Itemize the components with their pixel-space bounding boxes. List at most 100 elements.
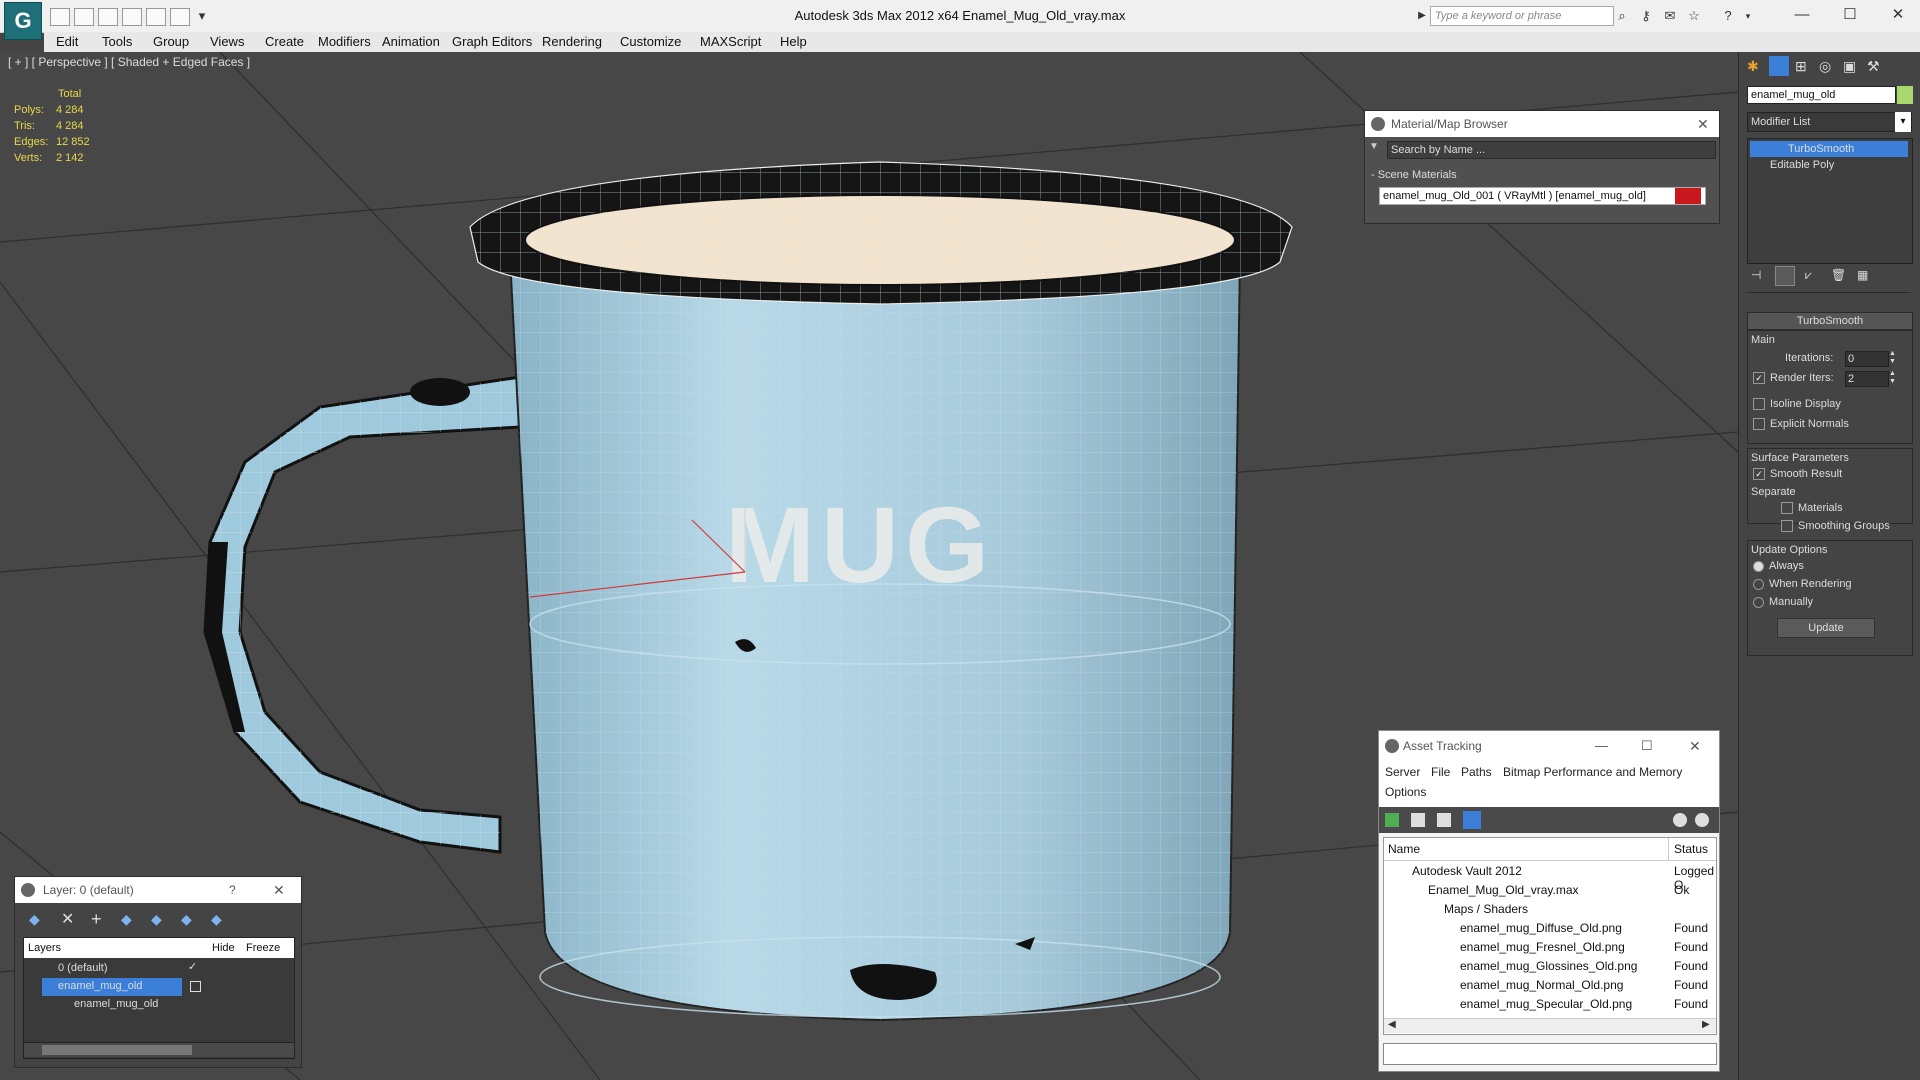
scrollbar-thumb[interactable] (42, 1045, 192, 1055)
menu-options[interactable]: Options (1385, 785, 1426, 799)
menu-views[interactable]: Views (210, 34, 244, 49)
always-radio[interactable] (1753, 560, 1764, 572)
settings-icon[interactable] (1695, 813, 1709, 827)
help-icon[interactable]: ? (1720, 8, 1736, 24)
table-row[interactable]: Autodesk Vault 2012 Logged O (1384, 862, 1716, 892)
table-row[interactable]: Enamel_Mug_Old_vray.max Ok (1384, 881, 1716, 900)
material-search-input[interactable]: Search by Name ... (1387, 141, 1716, 159)
motion-tab-icon[interactable]: ◎ (1819, 58, 1831, 75)
help-icon[interactable] (1673, 813, 1687, 827)
refresh-icon[interactable] (1385, 813, 1399, 827)
object-color-swatch[interactable] (1897, 86, 1913, 104)
stack-item-turbosmooth[interactable]: TurboSmooth (1750, 141, 1908, 157)
table-view-icon[interactable] (1463, 811, 1481, 829)
when-rendering-radio[interactable] (1753, 578, 1764, 590)
iterations-spinner[interactable]: 0 (1845, 351, 1889, 367)
chevron-down-icon[interactable]: ▾ (1895, 112, 1911, 132)
viewport-label[interactable]: [ + ] [ Perspective ] [ Shaded + Edged F… (8, 55, 250, 69)
column-freeze[interactable]: Freeze (246, 942, 280, 954)
key-icon[interactable]: ⚷ (1638, 8, 1654, 24)
smoothing-groups-checkbox[interactable] (1781, 520, 1793, 533)
modify-tab-icon[interactable] (1769, 56, 1789, 76)
menu-file[interactable]: File (1431, 765, 1450, 779)
select-objects-icon[interactable]: ◆ (121, 911, 132, 928)
maximize-icon[interactable]: ☐ (1834, 4, 1866, 26)
material-browser-titlebar[interactable]: Material/Map Browser ✕ (1365, 111, 1719, 137)
horizontal-scrollbar[interactable] (24, 1042, 294, 1057)
table-row[interactable]: enamel_mug_Diffuse_Old.png Found (1384, 919, 1716, 938)
menu-maxscript[interactable]: MAXScript (700, 34, 761, 49)
asset-path-field[interactable] (1383, 1043, 1717, 1065)
layer-row[interactable]: 0 (default) ✓ (24, 960, 294, 978)
scroll-right-icon[interactable]: ▶ (1702, 1019, 1710, 1030)
list-view-icon[interactable] (1411, 813, 1425, 827)
isoline-checkbox[interactable] (1753, 398, 1765, 411)
spinner-arrows-icon[interactable]: ▲ ▼ (1889, 370, 1896, 386)
scene-materials-section[interactable]: - Scene Materials (1371, 169, 1457, 181)
expand-icon[interactable]: ▶ (1414, 8, 1430, 24)
search-input[interactable]: Type a keyword or phrase (1430, 6, 1614, 26)
stack-item-editable-poly[interactable]: Editable Poly (1750, 157, 1908, 173)
menu-create[interactable]: Create (265, 34, 304, 49)
menu-help[interactable]: Help (780, 34, 807, 49)
menu-edit[interactable]: Edit (56, 34, 78, 49)
maximize-icon[interactable]: ☐ (1641, 731, 1653, 761)
layer-row[interactable]: enamel_mug_old (24, 996, 294, 1014)
object-name-input[interactable]: enamel_mug_old (1747, 86, 1896, 104)
new-layer-icon[interactable]: ◆ (29, 911, 40, 928)
minimize-icon[interactable]: — (1595, 731, 1608, 761)
utilities-tab-icon[interactable]: ⚒ (1867, 58, 1880, 75)
create-tab-icon[interactable]: ✱ (1747, 58, 1759, 75)
render-iters-checkbox[interactable]: ✓ (1753, 372, 1765, 385)
modifier-list-dropdown[interactable]: Modifier List (1747, 112, 1912, 132)
menu-customize[interactable]: Customize (620, 34, 681, 49)
menu-server[interactable]: Server (1385, 765, 1420, 779)
binoculars-icon[interactable]: ⌕ (1614, 8, 1630, 24)
hide-all-icon[interactable]: ◆ (181, 911, 192, 928)
menu-paths[interactable]: Paths (1461, 765, 1492, 779)
render-iters-spinner[interactable]: 2 (1845, 371, 1889, 387)
delete-layer-icon[interactable]: ✕ (61, 909, 74, 929)
manually-radio[interactable] (1753, 596, 1764, 608)
freeze-all-icon[interactable]: ◆ (211, 911, 222, 928)
highlight-layer-icon[interactable]: ◆ (151, 911, 162, 928)
app-logo-icon[interactable]: G (4, 2, 42, 40)
turbosmooth-rollout-header[interactable]: TurboSmooth (1747, 312, 1913, 330)
column-hide[interactable]: Hide (212, 942, 235, 954)
minimize-icon[interactable]: — (1786, 4, 1818, 26)
pin-stack-icon[interactable]: ⊣ (1751, 268, 1761, 282)
add-to-layer-icon[interactable]: + (91, 909, 102, 930)
table-row[interactable]: Maps / Shaders (1384, 900, 1716, 919)
smooth-result-checkbox[interactable]: ✓ (1753, 468, 1765, 481)
menu-bitmap-performance[interactable]: Bitmap Performance and Memory (1503, 765, 1682, 779)
column-name[interactable]: Name (1388, 842, 1420, 856)
horizontal-scrollbar[interactable]: ◀ ▶ (1384, 1018, 1716, 1033)
menu-tools[interactable]: Tools (102, 34, 132, 49)
star-icon[interactable]: ☆ (1686, 8, 1702, 24)
menu-graph-editors[interactable]: Graph Editors (452, 34, 532, 49)
display-tab-icon[interactable]: ▣ (1843, 58, 1856, 75)
column-status[interactable]: Status (1674, 842, 1708, 856)
close-icon[interactable]: ✕ (273, 877, 285, 903)
communication-icon[interactable]: ✉ (1662, 8, 1678, 24)
table-row[interactable]: enamel_mug_Specular_Old.png Found (1384, 995, 1716, 1014)
table-row[interactable]: enamel_mug_Normal_Old.png Found (1384, 976, 1716, 995)
help-icon[interactable]: ? (229, 877, 236, 903)
close-icon[interactable]: ✕ (1689, 731, 1701, 761)
explicit-normals-checkbox[interactable] (1753, 418, 1765, 431)
update-button[interactable]: Update (1777, 618, 1875, 638)
close-icon[interactable]: ✕ (1882, 4, 1914, 26)
menu-rendering[interactable]: Rendering (542, 34, 602, 49)
layer-panel-titlebar[interactable]: Layer: 0 (default) ? ✕ (15, 877, 301, 903)
configure-sets-icon[interactable]: ▦ (1857, 268, 1868, 282)
asset-tracking-titlebar[interactable]: Asset Tracking — ☐ ✕ (1379, 731, 1719, 761)
close-icon[interactable]: ✕ (1697, 111, 1709, 137)
menu-group[interactable]: Group (153, 34, 189, 49)
materials-checkbox[interactable] (1781, 502, 1793, 515)
spinner-arrows-icon[interactable]: ▲ ▼ (1889, 350, 1896, 366)
layer-checkbox[interactable] (190, 981, 201, 992)
scroll-left-icon[interactable]: ◀ (1388, 1019, 1396, 1030)
filter-icon[interactable]: ▼ (1369, 141, 1381, 152)
layer-row[interactable]: enamel_mug_old (24, 978, 294, 996)
scene-material-item[interactable]: enamel_mug_Old_001 ( VRayMtl ) [enamel_m… (1379, 187, 1706, 205)
